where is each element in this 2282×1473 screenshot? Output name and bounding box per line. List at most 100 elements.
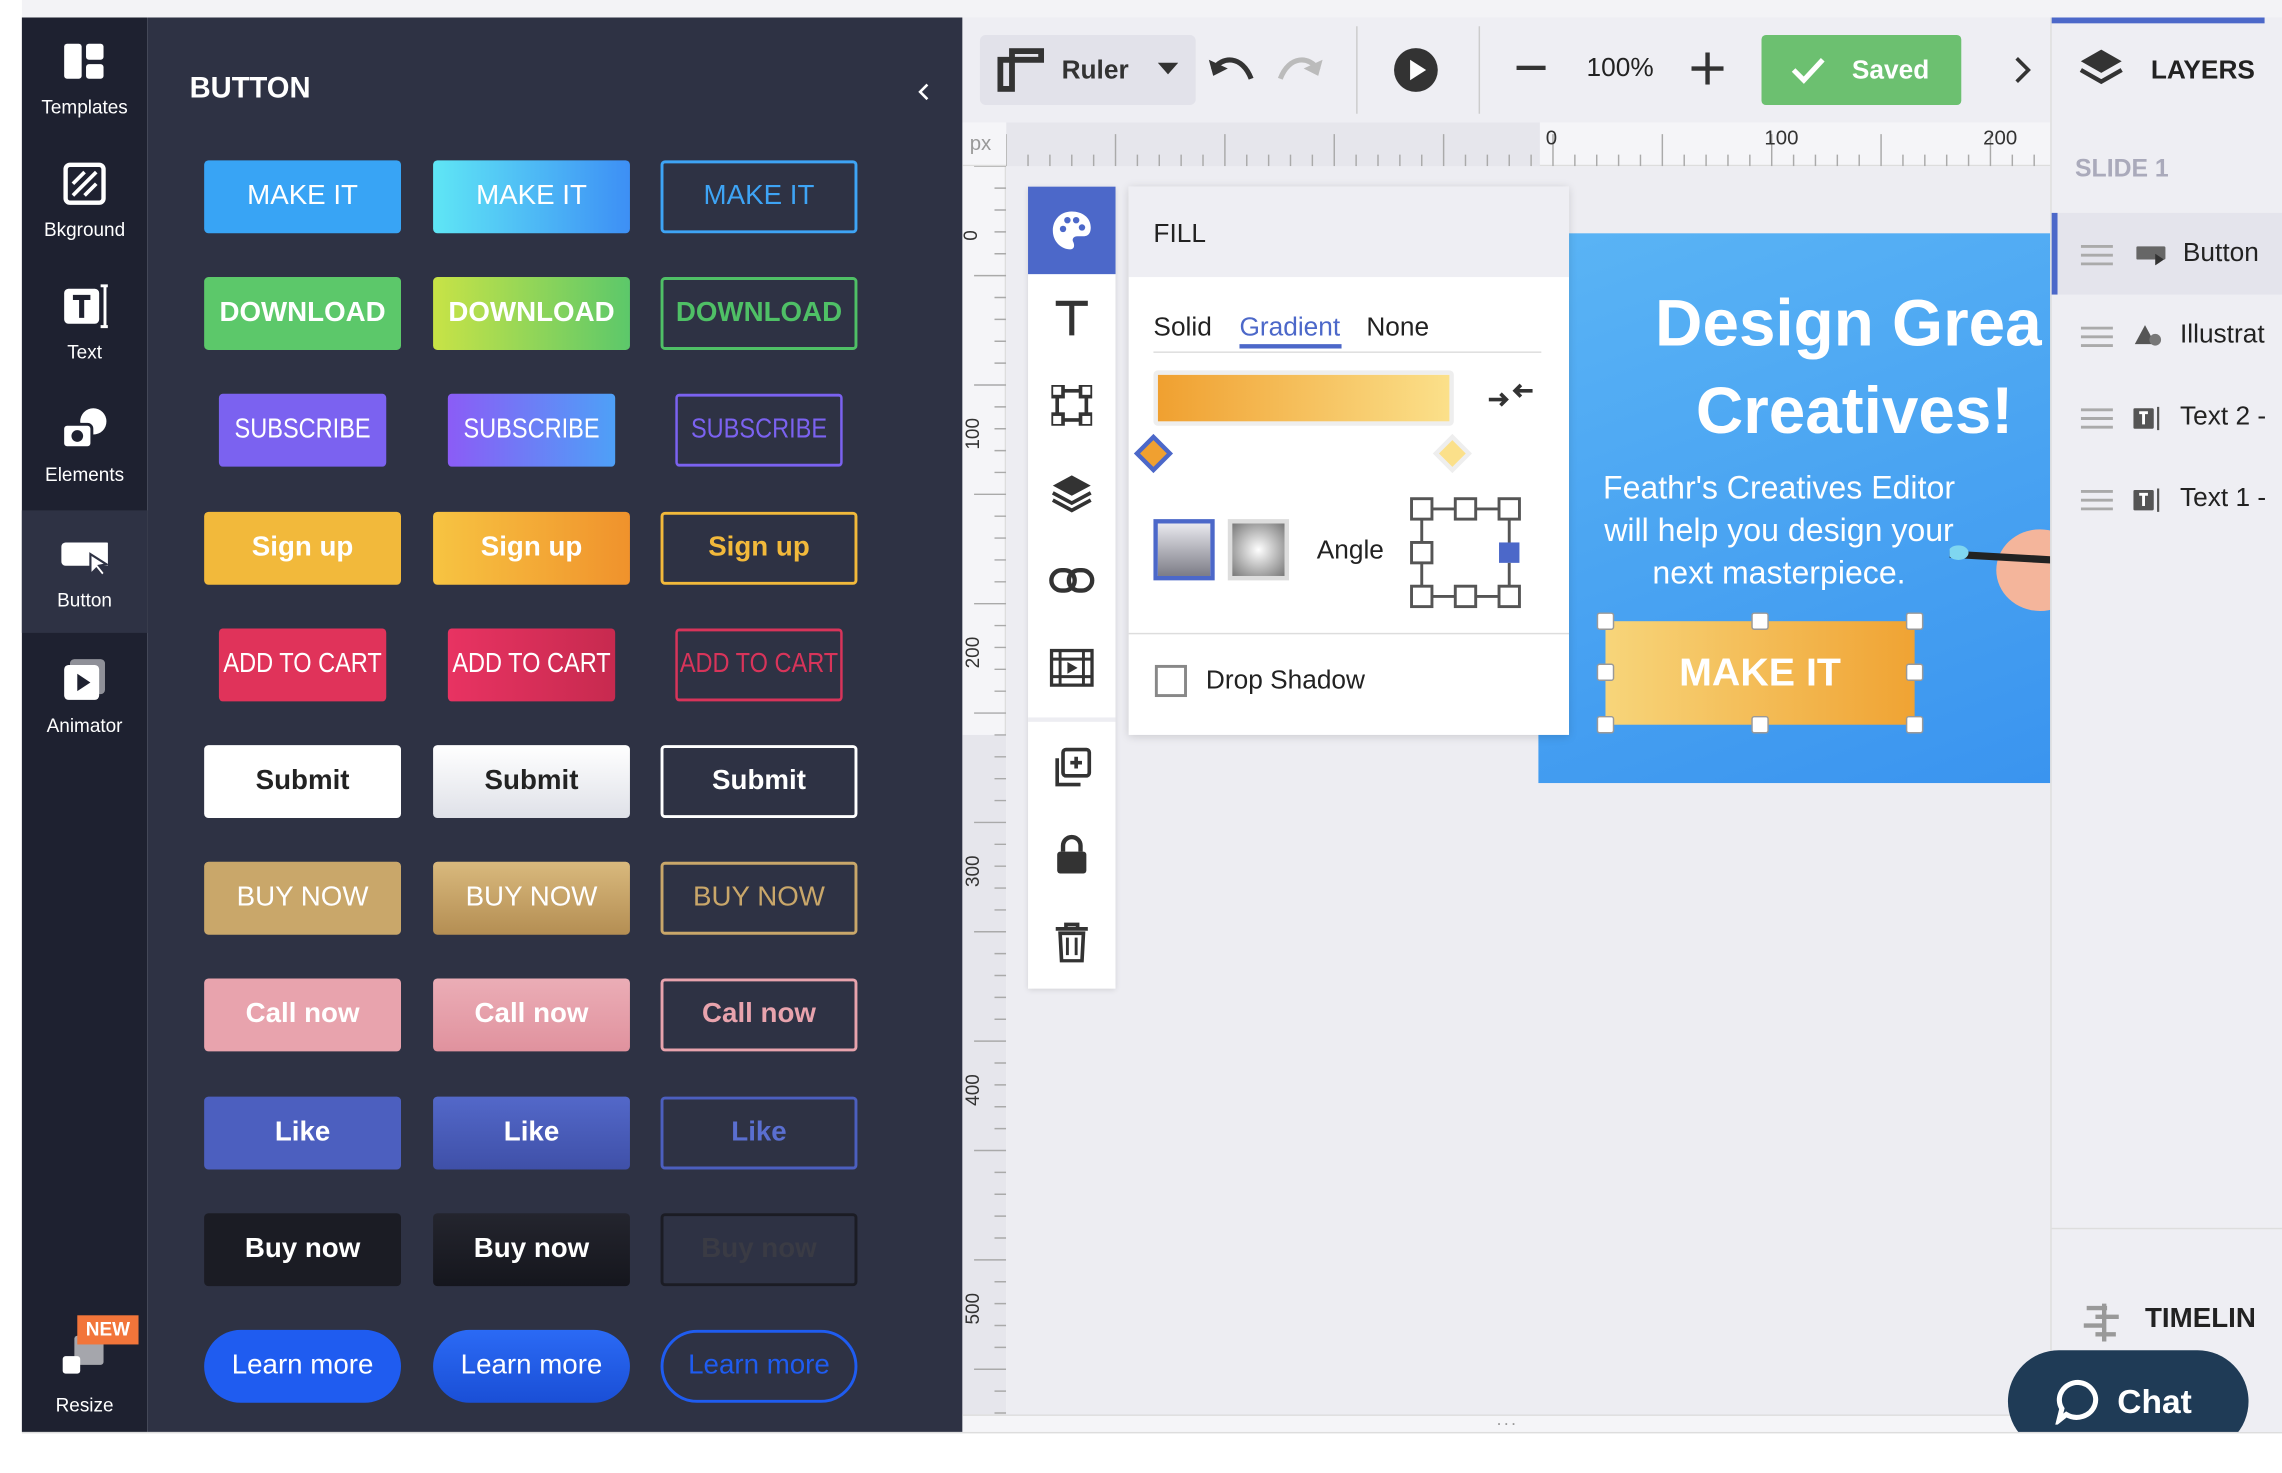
rail-item-background[interactable]: Bkground bbox=[22, 140, 147, 262]
resize-handle[interactable] bbox=[1596, 612, 1615, 630]
layer-item-button[interactable]: Button bbox=[2051, 212, 2282, 295]
preset-button[interactable]: Submit bbox=[204, 745, 402, 819]
tab-solid[interactable]: Solid bbox=[1153, 312, 1211, 343]
rail-item-text[interactable]: Text bbox=[22, 262, 147, 384]
drag-handle-icon[interactable] bbox=[2080, 326, 2113, 348]
preset-button[interactable]: DOWNLOAD bbox=[433, 277, 630, 351]
gradient-stop-end[interactable] bbox=[1432, 433, 1473, 474]
design-body[interactable]: Feathr's Creatives Editor will help you … bbox=[1538, 467, 2019, 594]
redo-icon[interactable] bbox=[1277, 52, 1324, 87]
ruler-dropdown[interactable]: Ruler bbox=[979, 34, 1196, 105]
drag-handle-icon[interactable] bbox=[2080, 408, 2113, 429]
resize-handle[interactable] bbox=[1905, 663, 1924, 681]
play-icon[interactable] bbox=[1393, 47, 1440, 94]
preset-button[interactable]: SUBSCRIBE bbox=[447, 394, 616, 468]
preset-button[interactable]: Like bbox=[660, 1095, 858, 1169]
chevron-right-icon[interactable] bbox=[2012, 55, 2032, 84]
preset-button[interactable]: SUBSCRIBE bbox=[675, 394, 843, 468]
swap-arrows-icon[interactable] bbox=[1486, 379, 1536, 411]
preset-button[interactable]: Like bbox=[204, 1095, 402, 1169]
radial-gradient-option[interactable] bbox=[1227, 519, 1290, 581]
preset-button[interactable]: Submit bbox=[433, 745, 630, 819]
preset-button[interactable]: DOWNLOAD bbox=[660, 277, 858, 351]
gradient-preview-bar[interactable] bbox=[1153, 370, 1454, 426]
ruler-label: Ruler bbox=[1061, 55, 1129, 85]
lock-tool[interactable] bbox=[1028, 811, 1115, 898]
preset-button[interactable]: Learn more bbox=[433, 1329, 630, 1403]
drag-handle-icon[interactable] bbox=[2080, 244, 2113, 266]
preset-button[interactable]: Sign up bbox=[433, 511, 630, 585]
film-icon bbox=[1049, 648, 1094, 687]
preset-button[interactable]: BUY NOW bbox=[204, 862, 402, 935]
angle-picker[interactable] bbox=[1409, 496, 1523, 610]
linear-gradient-option[interactable] bbox=[1153, 519, 1215, 581]
rail-item-templates[interactable]: Templates bbox=[22, 17, 147, 139]
preset-button[interactable]: Submit bbox=[660, 745, 858, 819]
artboard[interactable]: Design Grea Creatives! Feathr's Creative… bbox=[1538, 233, 2051, 784]
layer-item-text-2[interactable]: Text 2 - bbox=[2052, 376, 2282, 458]
undo-icon[interactable] bbox=[1207, 52, 1254, 87]
canvas-footer: ··· bbox=[962, 1413, 2051, 1433]
zoom-out-icon[interactable] bbox=[1516, 65, 1546, 72]
drag-handle-icon[interactable] bbox=[2080, 489, 2113, 511]
design-make-it-button[interactable]: MAKE IT bbox=[1605, 621, 1915, 725]
resize-handle[interactable] bbox=[1596, 663, 1615, 681]
delete-tool[interactable] bbox=[1028, 898, 1115, 985]
rail-item-animator[interactable]: Animator bbox=[22, 636, 147, 758]
link-tool[interactable] bbox=[1028, 537, 1115, 624]
preset-button[interactable]: Call now bbox=[660, 979, 858, 1052]
preset-button[interactable]: SUBSCRIBE bbox=[218, 394, 387, 468]
divider bbox=[1153, 351, 1542, 353]
fill-tool[interactable] bbox=[1028, 186, 1116, 275]
duplicate-tool[interactable] bbox=[1028, 723, 1115, 810]
drop-shadow-checkbox[interactable] bbox=[1154, 664, 1187, 698]
resize-handle[interactable] bbox=[1905, 715, 1924, 734]
preset-button[interactable]: Call now bbox=[433, 979, 630, 1052]
gradient-stop-start[interactable] bbox=[1133, 433, 1174, 474]
tab-none[interactable]: None bbox=[1366, 312, 1429, 343]
resize-handle[interactable] bbox=[1596, 715, 1615, 734]
rail-item-button[interactable]: Button bbox=[21, 510, 148, 633]
preset-button[interactable]: Buy now bbox=[204, 1212, 402, 1286]
preset-button[interactable]: Buy now bbox=[433, 1212, 630, 1286]
timeline-icon bbox=[2083, 1303, 2119, 1342]
resize-handle[interactable] bbox=[1905, 612, 1924, 630]
preset-button[interactable]: Learn more bbox=[204, 1329, 402, 1403]
resize-handle[interactable] bbox=[1751, 612, 1769, 630]
preset-button[interactable]: ADD TO CART bbox=[675, 628, 843, 702]
preset-button[interactable]: MAKE IT bbox=[660, 160, 858, 234]
resize-handle[interactable] bbox=[1751, 715, 1769, 734]
preset-button[interactable]: Learn more bbox=[660, 1329, 858, 1403]
layers-tool[interactable] bbox=[1028, 449, 1115, 536]
rail-item-resize[interactable]: NEW Resize bbox=[22, 1309, 147, 1431]
preset-button[interactable]: MAKE IT bbox=[204, 160, 402, 234]
animation-tool[interactable] bbox=[1028, 624, 1115, 711]
hand-illustration[interactable] bbox=[1949, 519, 2051, 621]
preset-button[interactable]: Sign up bbox=[204, 511, 402, 585]
preset-button[interactable]: BUY NOW bbox=[433, 862, 630, 935]
rail-item-elements[interactable]: Elements bbox=[22, 385, 147, 507]
preset-button[interactable]: ADD TO CART bbox=[218, 628, 387, 702]
preset-button[interactable]: Buy now bbox=[660, 1212, 858, 1286]
preset-button[interactable]: DOWNLOAD bbox=[204, 277, 402, 351]
preset-button[interactable]: Like bbox=[433, 1095, 630, 1169]
timeline-label[interactable]: TIMELIN bbox=[2145, 1304, 2256, 1336]
layer-item-illustration[interactable]: Illustrat bbox=[2052, 295, 2282, 377]
tab-gradient[interactable]: Gradient bbox=[1239, 312, 1340, 343]
preset-button[interactable]: MAKE IT bbox=[433, 160, 630, 234]
preset-button[interactable]: Sign up bbox=[660, 511, 858, 585]
zoom-in-icon[interactable] bbox=[1691, 52, 1724, 85]
layer-item-text-1[interactable]: Text 1 - bbox=[2052, 458, 2282, 540]
collapse-chevron-icon[interactable] bbox=[914, 82, 934, 102]
ruler-label: 100 bbox=[1764, 125, 1799, 149]
transform-tool[interactable] bbox=[1028, 362, 1115, 449]
drag-handle-icon[interactable]: ··· bbox=[1496, 1413, 1518, 1433]
saved-button[interactable]: Saved bbox=[1761, 34, 1962, 105]
text-tool[interactable] bbox=[1028, 274, 1115, 361]
preset-button[interactable]: ADD TO CART bbox=[447, 628, 616, 702]
new-badge: NEW bbox=[77, 1315, 139, 1345]
preset-button[interactable]: Call now bbox=[204, 979, 402, 1052]
design-title-line2[interactable]: Creatives! bbox=[1696, 373, 2013, 449]
design-title-line1[interactable]: Design Grea bbox=[1655, 286, 2042, 362]
preset-button[interactable]: BUY NOW bbox=[660, 862, 858, 935]
